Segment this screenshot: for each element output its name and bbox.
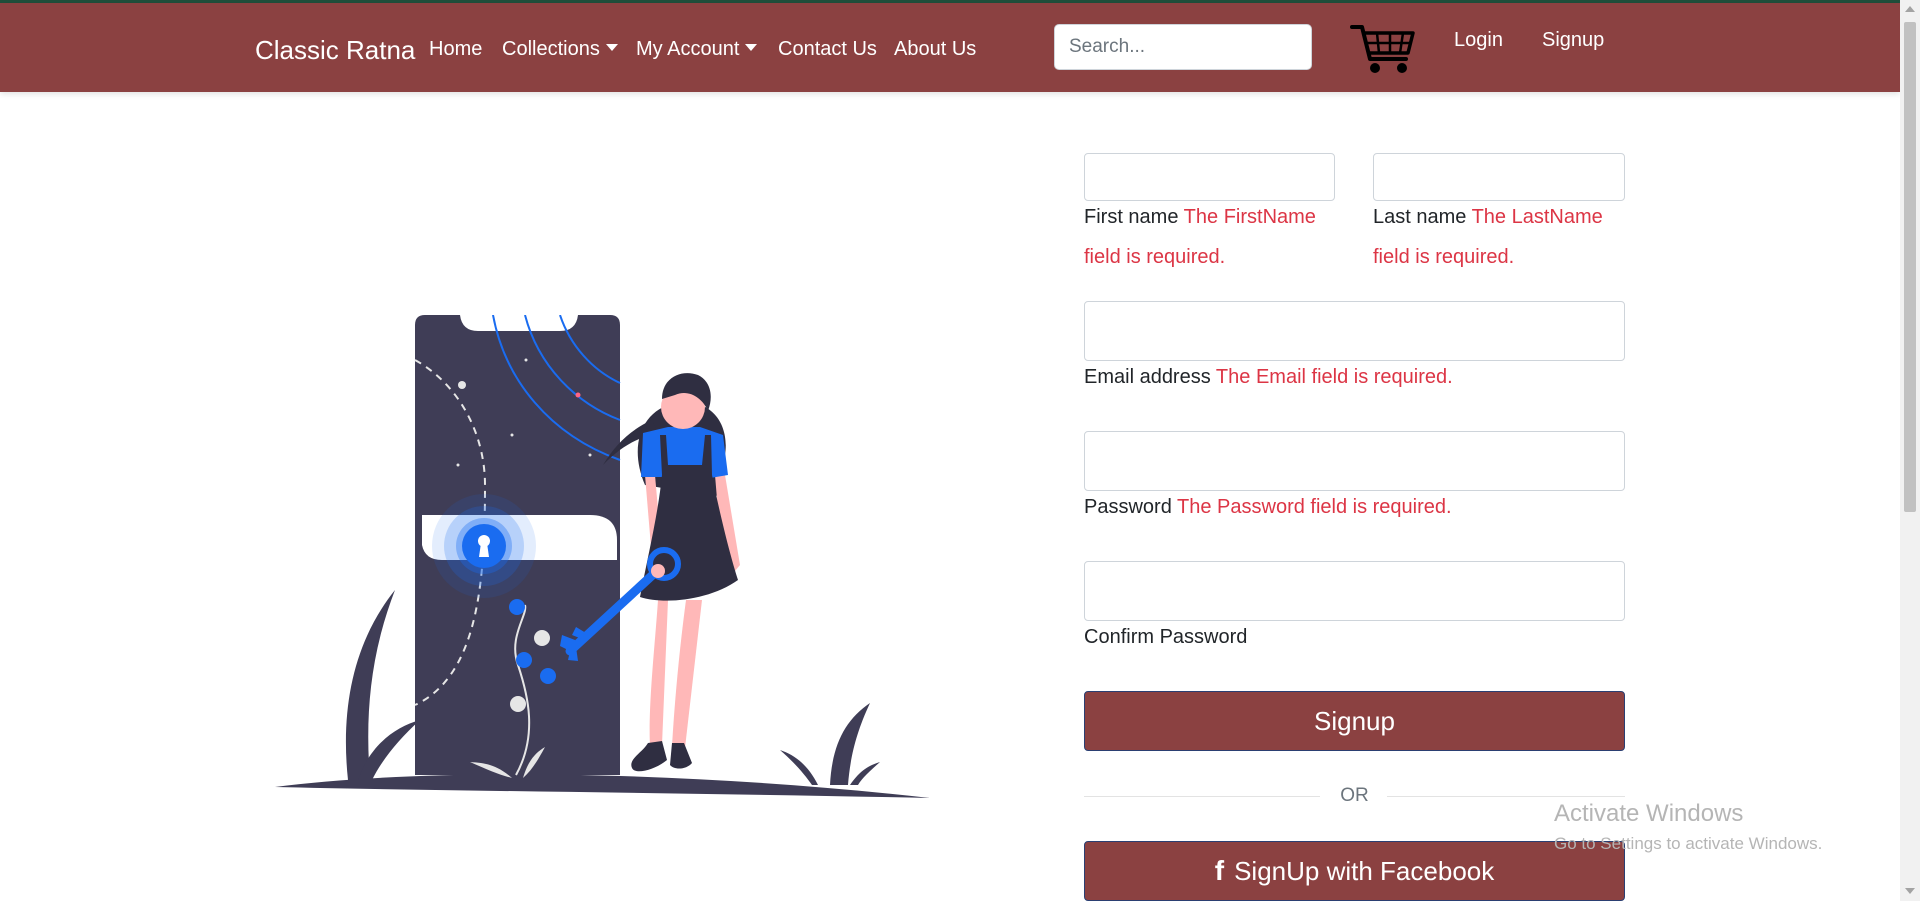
nav-my-account-label: My Account: [636, 38, 740, 60]
nav-about-us[interactable]: About Us: [894, 38, 976, 61]
confirm-password-input[interactable]: [1084, 561, 1625, 621]
chevron-down-icon: [745, 44, 758, 51]
first-name-label-block: First name The FirstName field is requir…: [1084, 197, 1329, 277]
vertical-scrollbar[interactable]: [1900, 0, 1920, 901]
email-input[interactable]: [1084, 301, 1625, 361]
nav-collections-dropdown[interactable]: Collections: [502, 38, 618, 61]
last-name-input[interactable]: [1373, 153, 1625, 201]
password-error: The Password field is required.: [1177, 496, 1452, 518]
signup-facebook-label: SignUp with Facebook: [1234, 855, 1495, 886]
shopping-cart-icon[interactable]: [1350, 23, 1416, 75]
windows-activation-title: Activate Windows: [1554, 800, 1744, 827]
password-input[interactable]: [1084, 431, 1625, 491]
brand-logo[interactable]: Classic Ratna: [255, 35, 415, 66]
windows-activation-subtitle: Go to Settings to activate Windows.: [1554, 834, 1823, 853]
first-name-input[interactable]: [1084, 153, 1335, 201]
navbar: Classic Ratna Home Collections My Accoun…: [0, 3, 1900, 92]
nav-contact-us[interactable]: Contact Us: [778, 38, 877, 61]
nav-home[interactable]: Home: [429, 38, 482, 61]
login-link[interactable]: Login: [1454, 29, 1503, 52]
scrollbar-thumb[interactable]: [1904, 22, 1916, 512]
last-name-label-block: Last name The LastName field is required…: [1373, 197, 1623, 277]
password-label-block: Password The Password field is required.: [1084, 487, 1625, 527]
signup-link[interactable]: Signup: [1542, 29, 1604, 52]
nav-collections-label: Collections: [502, 38, 600, 60]
chevron-down-icon: [605, 44, 618, 51]
or-divider: OR: [1084, 782, 1625, 812]
confirm-password-label-block: Confirm Password: [1084, 617, 1625, 657]
facebook-icon: f: [1214, 855, 1225, 886]
nav-my-account-dropdown[interactable]: My Account: [636, 38, 758, 61]
confirm-password-label: Confirm Password: [1084, 626, 1248, 648]
email-error: The Email field is required.: [1215, 366, 1453, 388]
signup-button[interactable]: Signup: [1084, 691, 1625, 751]
first-name-label: First name: [1084, 206, 1179, 228]
last-name-label: Last name: [1373, 206, 1467, 228]
email-label-block: Email address The Email field is require…: [1084, 357, 1625, 397]
signup-facebook-button[interactable]: f SignUp with Facebook: [1084, 841, 1625, 901]
search-input[interactable]: [1054, 24, 1312, 70]
scroll-up-icon[interactable]: [1905, 6, 1915, 12]
lock-key-illustration: [275, 315, 930, 798]
password-label: Password: [1084, 496, 1172, 518]
or-text: OR: [1340, 785, 1369, 806]
email-label: Email address: [1084, 366, 1211, 388]
scroll-down-icon[interactable]: [1905, 888, 1915, 894]
